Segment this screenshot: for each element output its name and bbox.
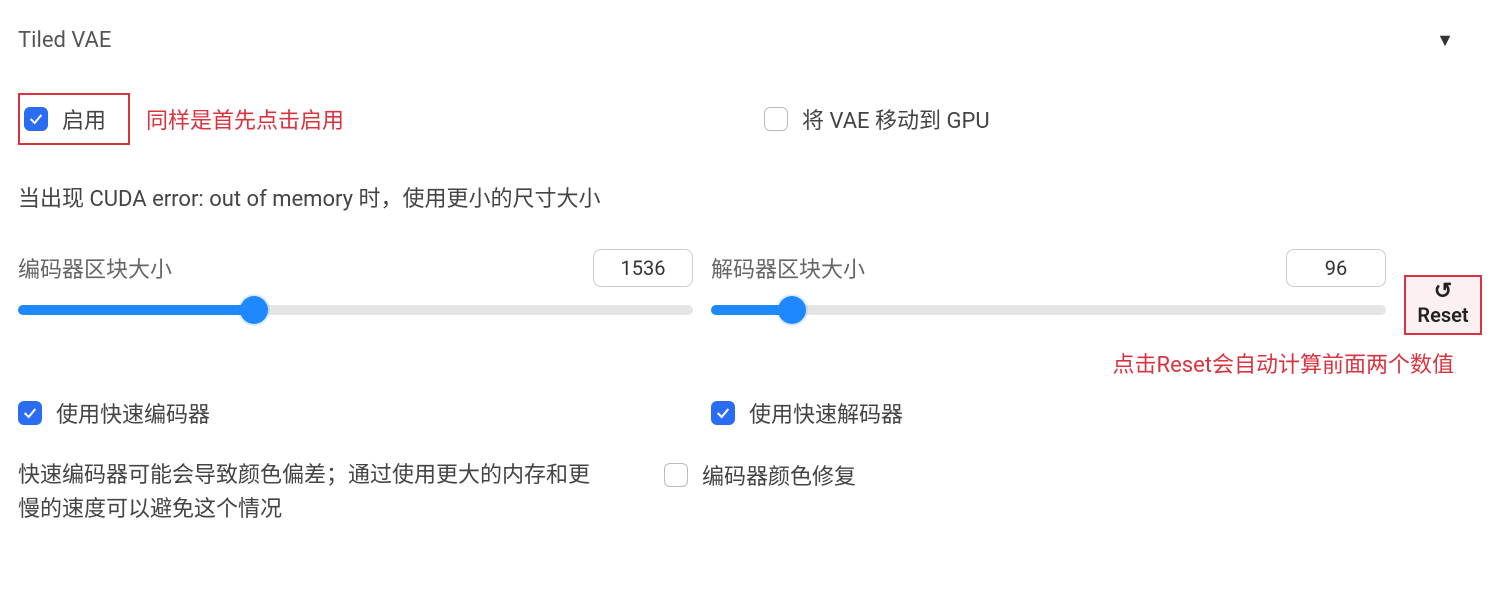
check-icon: [28, 111, 44, 127]
fast-encoder-warning-text: 快速编码器可能会导致颜色偏差；通过使用更大的内存和更慢的速度可以避免这个情况: [18, 459, 598, 527]
collapse-toggle-icon[interactable]: ▼: [1436, 30, 1482, 51]
move-vae-gpu-label: 将 VAE 移动到 GPU: [802, 103, 990, 135]
reset-button[interactable]: ↺ Reset: [1404, 275, 1482, 335]
reset-icon: ↺: [1434, 281, 1452, 303]
section-header: Tiled VAE ▼: [18, 28, 1482, 53]
enable-checkbox[interactable]: [24, 107, 48, 131]
encoder-tile-slider-fill: [18, 305, 254, 315]
fast-encoder-option[interactable]: 使用快速编码器: [18, 397, 693, 429]
fast-encoder-label: 使用快速编码器: [56, 397, 210, 429]
check-icon: [22, 405, 38, 421]
bottom-row: 快速编码器可能会导致颜色偏差；通过使用更大的内存和更慢的速度可以避免这个情况 编…: [18, 459, 1482, 527]
move-vae-gpu-checkbox[interactable]: [764, 107, 788, 131]
decoder-tile-value-input[interactable]: 96: [1286, 249, 1386, 287]
encoder-tile-slider[interactable]: [18, 305, 693, 315]
fast-decoder-option[interactable]: 使用快速解码器: [711, 397, 1386, 429]
move-vae-gpu-option[interactable]: 将 VAE 移动到 GPU: [764, 103, 990, 135]
encoder-tile-block: 编码器区块大小 1536: [18, 249, 693, 315]
decoder-tile-slider[interactable]: [711, 305, 1386, 315]
fast-options-row: 使用快速编码器 使用快速解码器: [18, 397, 1482, 429]
encoder-tile-label: 编码器区块大小: [18, 252, 172, 284]
encoder-color-fix-label: 编码器颜色修复: [702, 459, 856, 491]
encoder-tile-header: 编码器区块大小 1536: [18, 249, 693, 287]
encoder-tile-value-input[interactable]: 1536: [593, 249, 693, 287]
reset-label: Reset: [1417, 303, 1468, 327]
decoder-tile-slider-thumb[interactable]: [778, 296, 806, 324]
encoder-color-fix-option[interactable]: 编码器颜色修复: [664, 459, 856, 491]
section-title: Tiled VAE: [18, 28, 111, 53]
decoder-tile-header: 解码器区块大小 96: [711, 249, 1386, 287]
tile-size-row: 编码器区块大小 1536 解码器区块大小 96 ↺ Reset: [18, 249, 1482, 335]
fast-encoder-checkbox[interactable]: [18, 401, 42, 425]
encoder-tile-slider-thumb[interactable]: [240, 296, 268, 324]
reset-annotation-row: 点击Reset会自动计算前面两个数值: [18, 347, 1482, 379]
decoder-tile-block: 解码器区块大小 96: [711, 249, 1386, 315]
reset-annotation: 点击Reset会自动计算前面两个数值: [1113, 347, 1454, 379]
encoder-color-fix-checkbox[interactable]: [664, 463, 688, 487]
enable-label: 启用: [62, 103, 106, 135]
fast-decoder-checkbox[interactable]: [711, 401, 735, 425]
enable-highlight-box: 启用: [18, 93, 130, 145]
enable-annotation: 同样是首先点击启用: [146, 103, 344, 135]
decoder-tile-label: 解码器区块大小: [711, 252, 865, 284]
check-icon: [715, 405, 731, 421]
enable-row: 启用 同样是首先点击启用 将 VAE 移动到 GPU: [18, 93, 1482, 145]
fast-decoder-label: 使用快速解码器: [749, 397, 903, 429]
cuda-error-help-text: 当出现 CUDA error: out of memory 时，使用更小的尺寸大…: [18, 181, 1482, 213]
